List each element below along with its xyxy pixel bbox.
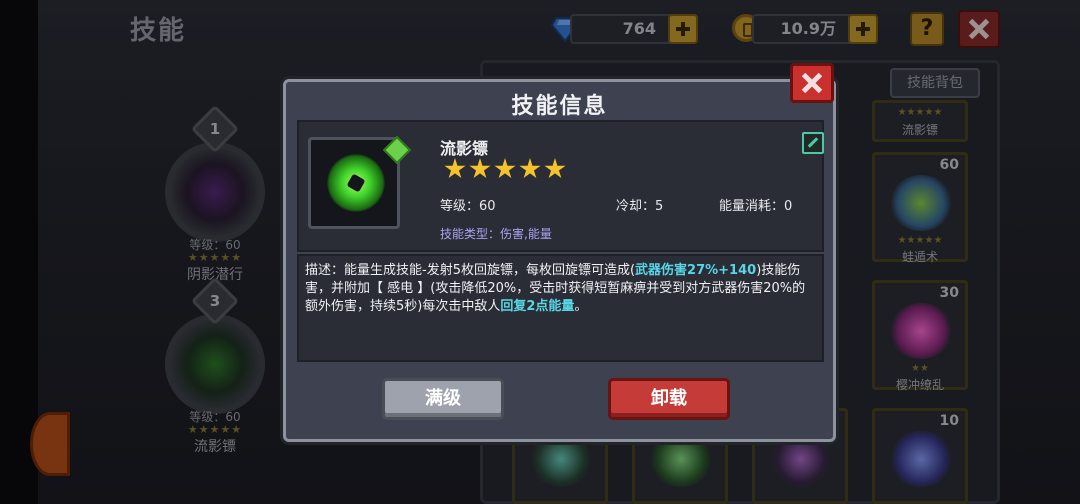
star-icon [444,158,466,179]
dialog-title: 技能信息 [511,94,608,119]
star-icon [469,158,491,179]
max-level-button[interactable]: 满级 [382,378,504,420]
star-icon [494,158,516,179]
description-text: 。 [574,299,588,314]
game-screen: 技能 764 10.9万 ? 1 等级：60 ★★★★★ 阴影潜行 3 等级：6… [0,0,1080,504]
unequip-button[interactable]: 卸载 [608,378,730,420]
skill-star-rating [444,158,569,184]
skill-cooldown: 冷却：5 [616,199,664,214]
green-gem-badge-icon [382,135,412,165]
star-icon [519,158,541,179]
close-dialog-button[interactable] [790,63,834,103]
skill-info-dialog: 技能信息 流影镖 等级：60 冷却：5 能量消耗：0 技能类型：伤害,能量 描述… [283,79,836,442]
skill-icon-frame [308,135,412,229]
energy-restore-highlight: 回复2点能量 [500,299,575,314]
shuriken-icon [327,154,385,212]
skill-description: 描述：能量生成技能-发射5枚回旋镖，每枚回旋镖可造成(武器伤害27%+140)技… [297,254,824,362]
star-icon [544,158,566,179]
skill-type: 技能类型：伤害,能量 [440,227,552,241]
skill-summary-panel: 流影镖 等级：60 冷却：5 能量消耗：0 技能类型：伤害,能量 [297,120,824,252]
skill-energy-cost: 能量消耗：0 [719,199,793,214]
skill-name: 流影镖 [440,139,489,158]
edit-skill-button[interactable] [802,132,824,154]
weapon-damage-highlight: 武器伤害27%+140 [635,263,757,278]
skill-level: 等级：60 [440,199,496,214]
description-text: 描述：能量生成技能-发射5枚回旋镖，每枚回旋镖可造成( [305,263,636,278]
